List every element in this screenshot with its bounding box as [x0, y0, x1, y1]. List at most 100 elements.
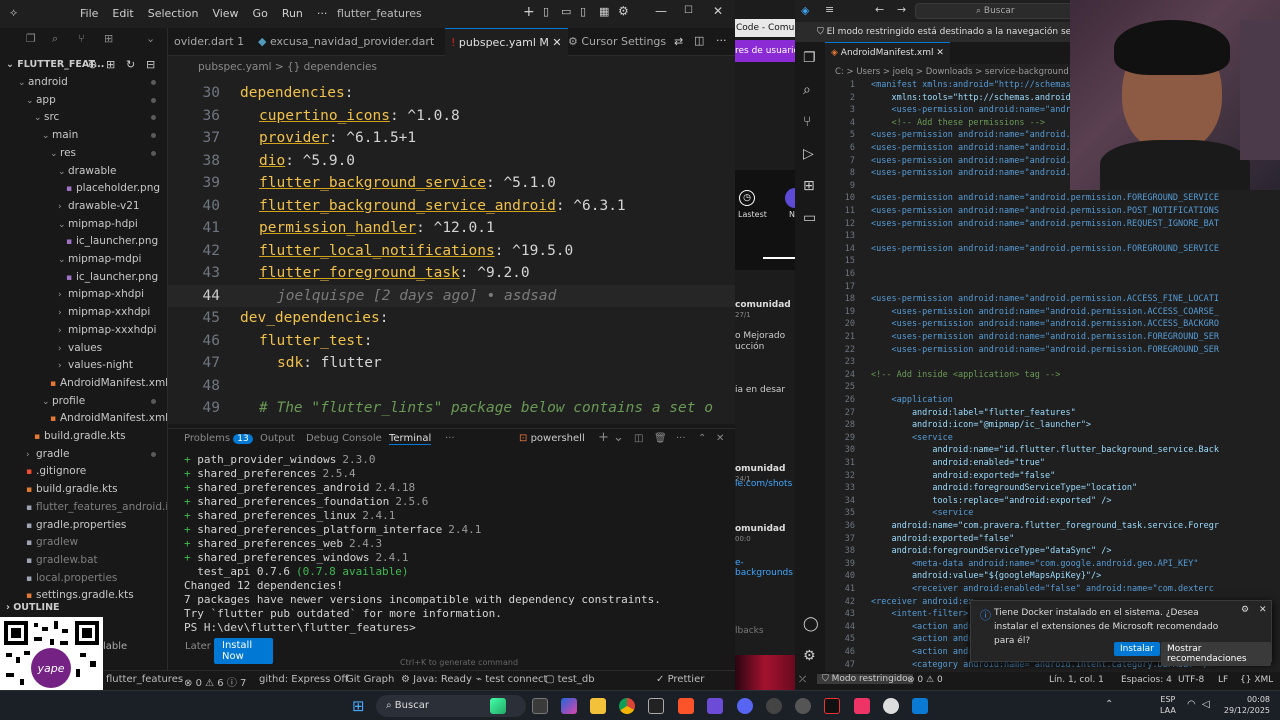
problems-status[interactable]: ⊗ 0 ⚠ 0 — [907, 675, 943, 685]
search-icon[interactable]: ⌕ — [52, 32, 58, 46]
tree-file[interactable]: ▪ gradlew.bat — [0, 552, 98, 569]
language-mode[interactable]: {} XML — [1240, 675, 1273, 685]
forward-arrow-icon[interactable]: → — [897, 3, 906, 16]
extensions-icon[interactable]: ⊞ — [803, 178, 815, 194]
menu-file[interactable]: File — [80, 7, 98, 20]
cursor-position[interactable]: Lín. 1, col. 1 — [1049, 675, 1104, 685]
xml-line[interactable]: 39 <meta-data android:name="com.google.a… — [825, 558, 1280, 571]
tree-folder[interactable]: › mipmap-xxxhdpi — [0, 322, 156, 339]
toggle-secondary-icon[interactable]: ▯ — [580, 5, 586, 18]
gear-icon[interactable]: ⚙ — [1241, 605, 1249, 615]
vscode-icon[interactable] — [912, 698, 928, 714]
tree-file[interactable]: ▪ AndroidManifest.xml — [0, 410, 167, 427]
tree-folder[interactable]: › values — [0, 340, 102, 357]
manage-gear-icon[interactable]: ⚙ — [803, 648, 816, 664]
new-agent-icon[interactable]: + — [523, 4, 535, 20]
back-arrow-icon[interactable]: ← — [875, 3, 884, 16]
new-folder-icon[interactable]: ⊞ — [106, 58, 115, 71]
tree-file[interactable]: ▪ ic_launcher.png — [0, 233, 158, 250]
tree-file[interactable]: ▪ gradlew — [0, 534, 78, 551]
eol[interactable]: LF — [1218, 675, 1228, 685]
code-line[interactable]: 39 flutter_background_service: ^5.1.0 — [168, 172, 735, 194]
project-name[interactable]: flutter_features — [106, 674, 183, 685]
tree-folder[interactable]: › gradle — [0, 446, 167, 463]
problems-status[interactable]: ⊗ 0 ⚠ 6 ⓘ 7 — [184, 674, 246, 689]
maximize-icon[interactable]: ☐ — [684, 5, 693, 16]
tree-folder[interactable]: › values-night — [0, 357, 133, 374]
settings-gear-icon[interactable]: ⚙ — [618, 4, 629, 18]
code-line[interactable]: 42 flutter_local_notifications: ^19.5.0 — [168, 240, 735, 262]
code-line[interactable]: 49 # The "flutter_lints" package below co… — [168, 397, 735, 419]
copilot-icon[interactable] — [561, 698, 577, 714]
code-line[interactable]: 43 flutter_foreground_task: ^9.2.0 — [168, 262, 735, 284]
widgets-icon[interactable] — [490, 698, 506, 714]
menu-selection[interactable]: Selection — [148, 7, 199, 20]
code-line[interactable]: 30 dependencies: — [168, 82, 735, 104]
remote-icon[interactable]: ⤫ — [799, 675, 806, 685]
code-line[interactable]: 47 sdk: flutter — [168, 352, 735, 374]
tab-android-manifest[interactable]: ◈ AndroidManifest.xml ✕ — [825, 42, 950, 64]
tree-folder[interactable]: › mipmap-xhdpi — [0, 286, 144, 303]
install-button[interactable]: Instalar — [1114, 642, 1160, 656]
close-panel-icon[interactable]: ✕ — [716, 433, 724, 444]
close-icon[interactable]: ✕ — [1259, 605, 1267, 615]
vscode-breadcrumb[interactable]: C: > Users > joelq > Downloads > service… — [835, 67, 1102, 77]
wifi-icon[interactable]: ◠ — [1187, 699, 1196, 710]
xml-line[interactable]: 16 — [825, 268, 1280, 281]
source-control-icon[interactable]: ⑂ — [78, 32, 85, 45]
xml-line[interactable]: 14 <uses-permission android:name="android… — [825, 243, 1280, 256]
tree-folder[interactable]: ⌄ android — [0, 74, 167, 91]
tree-file[interactable]: ▪ placeholder.png — [0, 180, 160, 197]
github-icon[interactable] — [766, 698, 782, 714]
menu-view[interactable]: View — [212, 7, 238, 20]
command-center-search[interactable]: ⌕ Buscar — [915, 3, 1075, 19]
new-file-icon[interactable]: ⊕ — [88, 58, 97, 71]
cursor-app-icon[interactable] — [648, 698, 664, 714]
menu-more[interactable]: ··· — [317, 7, 328, 20]
prettier-status[interactable]: ✓ Prettier — [656, 674, 704, 685]
xml-line[interactable]: 28 android:icon="@mipmap/ic_launcher"> — [825, 419, 1280, 432]
xml-line[interactable]: 33 android:foregroundServiceType="locati… — [825, 482, 1280, 495]
git-graph-status[interactable]: Git Graph — [346, 674, 394, 685]
xml-line[interactable]: 27 android:label="flutter_features" — [825, 407, 1280, 420]
code-line[interactable]: 41 permission_handler: ^12.0.1 — [168, 217, 735, 239]
account-icon[interactable]: ◯ — [803, 616, 819, 632]
show-recommendations-button[interactable]: Mostrar recomendaciones — [1161, 642, 1271, 666]
xml-line[interactable]: 25 — [825, 381, 1280, 394]
tree-file[interactable]: ▪ local.properties — [0, 570, 117, 587]
clock[interactable]: 00:08 29/12/2025 — [1222, 694, 1270, 716]
tree-folder[interactable]: ⌄ mipmap-mdpi — [0, 251, 141, 268]
xml-line[interactable]: 20 <uses-permission android:name="androi… — [825, 318, 1280, 331]
encoding[interactable]: UTF-8 — [1178, 675, 1204, 685]
language-indicator[interactable]: ESP LAA — [1160, 694, 1176, 716]
clock-icon[interactable]: ◷ — [739, 190, 755, 206]
menu-run[interactable]: Run — [282, 7, 303, 20]
more-actions-icon[interactable]: ··· — [716, 34, 727, 47]
code-line[interactable]: 48 — [168, 375, 735, 397]
code-line[interactable]: 40 flutter_background_service_android: ^6… — [168, 195, 735, 217]
xml-line[interactable]: 22 <uses-permission android:name="androi… — [825, 344, 1280, 357]
brave-icon[interactable] — [678, 698, 694, 714]
tree-file[interactable]: ▪ build.gradle.kts — [0, 428, 126, 445]
toggle-panel-icon[interactable]: ▭ — [561, 5, 571, 18]
xml-line[interactable]: 15 — [825, 255, 1280, 268]
restricted-mode-status[interactable]: ⛉ Modo restringido — [817, 674, 913, 684]
video-thumbnail[interactable] — [735, 655, 795, 690]
discord-icon[interactable] — [737, 698, 753, 714]
xml-line[interactable]: 37 android:exported="false" — [825, 533, 1280, 546]
menu-hamburger-icon[interactable]: ≡ — [825, 3, 834, 16]
tree-file[interactable]: ▪ AndroidManifest.xml — [0, 375, 167, 392]
outline-section[interactable]: › OUTLINE — [6, 602, 60, 613]
split-terminal-icon[interactable]: ◫ — [634, 433, 643, 444]
db-connect-status[interactable]: ⌁ test connect — [476, 674, 547, 685]
menu-edit[interactable]: Edit — [112, 7, 133, 20]
xml-line[interactable]: 17 — [825, 281, 1280, 294]
code-line[interactable]: 46 flutter_test: — [168, 330, 735, 352]
tree-folder[interactable]: ⌄ res — [0, 145, 167, 162]
task-view-icon[interactable] — [532, 698, 548, 714]
circle-app-icon[interactable] — [883, 698, 899, 714]
new-terminal-icon[interactable]: + ⌄ — [598, 430, 624, 445]
trash-icon[interactable]: 🗑 — [654, 433, 667, 444]
remote-explorer-icon[interactable]: ▭ — [803, 210, 816, 226]
tab-pubspec-yaml[interactable]: ! pubspec.yaml M ✕ — [445, 28, 568, 56]
